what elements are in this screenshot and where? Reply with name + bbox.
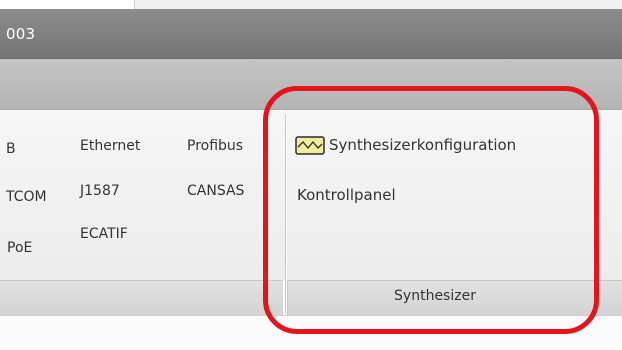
- ribbon-item-poe[interactable]: PoE: [7, 240, 32, 256]
- ribbon-group-footer-left: [0, 280, 283, 316]
- content-area: [0, 315, 622, 350]
- ribbon-item-profibus[interactable]: Profibus: [187, 138, 278, 154]
- synthesizer-config-button[interactable]: Synthesizerkonfiguration: [295, 133, 516, 157]
- title-bar: 003: [0, 9, 622, 59]
- synthesizer-config-label: Synthesizerkonfiguration: [329, 136, 517, 154]
- group-separator: [285, 114, 286, 314]
- window-title: 003: [6, 25, 36, 43]
- ribbon-tab-bar: [0, 59, 622, 110]
- ribbon-item-ethernet[interactable]: Ethernet: [80, 138, 140, 154]
- ribbon-group-footer-right: [583, 280, 622, 316]
- ribbon-item-cansas[interactable]: CANSAS: [187, 183, 278, 199]
- ribbon-item-ecatif[interactable]: ECATIF: [80, 226, 128, 242]
- ribbon-item-j1587[interactable]: J1587: [80, 183, 120, 199]
- control-panel-button[interactable]: Kontrollpanel: [297, 186, 396, 204]
- top-strip: [0, 0, 622, 9]
- synthesizer-group-label: Synthesizer: [394, 288, 476, 304]
- waveform-icon: [295, 135, 325, 155]
- ribbon-item-b[interactable]: B: [6, 141, 16, 157]
- window-tab-stub: [0, 0, 135, 9]
- ribbon-item-tcom[interactable]: TCOM: [6, 189, 47, 205]
